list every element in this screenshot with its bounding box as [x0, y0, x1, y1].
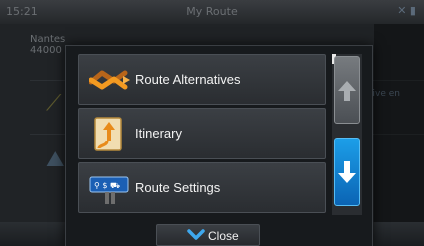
route-settings-icon: ⚲ $ ⛟: [89, 171, 131, 205]
arrow-up-icon: [338, 81, 356, 101]
menu-list: Route Alternatives Itinerary ⚲ $ ⛟ Route…: [78, 54, 326, 216]
background-shade: [374, 24, 424, 222]
navigation-screen: 15:21 My Route ✕ ▮ Nantes 44000 ⟋ ative …: [0, 0, 424, 246]
destination-text: Nantes 44000: [30, 34, 65, 56]
route-menu-popup: Route Alternatives Itinerary ⚲ $ ⛟ Route…: [65, 45, 373, 246]
chevron-down-icon: [187, 228, 205, 242]
status-bar: 15:21 My Route ✕ ▮: [0, 0, 424, 24]
arrow-down-icon: [338, 161, 356, 183]
screen-title: My Route: [186, 5, 238, 18]
close-label: Close: [208, 229, 239, 243]
menu-item-label: Route Alternatives: [135, 72, 241, 87]
menu-item-route-settings[interactable]: ⚲ $ ⛟ Route Settings: [78, 162, 326, 213]
destination-city: Nantes: [30, 34, 66, 45]
menu-item-itinerary[interactable]: Itinerary: [78, 108, 326, 159]
itinerary-icon: [89, 117, 131, 151]
map-icon: ⛰: [46, 147, 65, 172]
road-sign-icon: ⟋: [46, 91, 62, 116]
svg-text:⚲ $ ⛟: ⚲ $ ⛟: [94, 181, 120, 190]
close-button[interactable]: Close: [156, 224, 260, 246]
route-alternatives-icon: [88, 63, 131, 97]
menu-item-route-alternatives[interactable]: Route Alternatives: [78, 54, 326, 105]
menu-item-label: Itinerary: [135, 126, 182, 141]
scrollbar[interactable]: [332, 54, 362, 215]
scroll-up-button[interactable]: [334, 56, 360, 124]
signal-icon: ✕ ▮: [397, 4, 416, 17]
menu-item-label: Route Settings: [135, 180, 221, 195]
destination-zip: 44000: [30, 45, 62, 56]
scroll-down-button[interactable]: [334, 138, 360, 206]
